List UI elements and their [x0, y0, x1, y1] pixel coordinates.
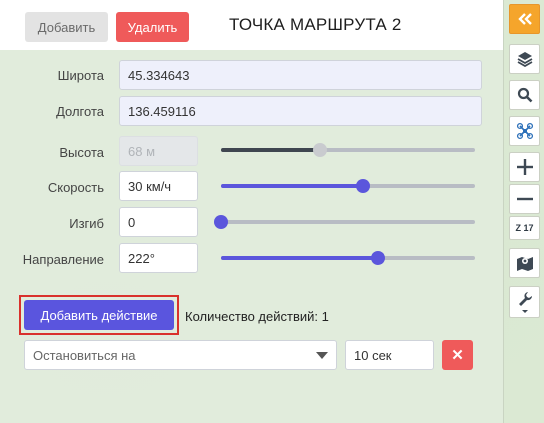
- speed-field[interactable]: 30 км/ч: [119, 171, 198, 201]
- direction-slider-fill: [221, 256, 379, 260]
- zoom-level-text: Z 17: [515, 223, 534, 233]
- add-action-highlight: Добавить действие: [19, 295, 179, 335]
- bend-field[interactable]: 0: [119, 207, 198, 237]
- wrench-icon: [518, 292, 532, 313]
- zoom-in-icon: [516, 159, 533, 175]
- bend-slider-knob[interactable]: [214, 215, 228, 229]
- drone-icon: [516, 122, 533, 140]
- speed-slider[interactable]: [221, 179, 475, 193]
- zoom-out-button[interactable]: [509, 184, 540, 214]
- longitude-field[interactable]: 136.459116: [119, 96, 482, 126]
- longitude-label: Долгота: [56, 104, 104, 119]
- direction-label: Направление: [22, 252, 104, 267]
- double-chevron-left-icon: [517, 13, 532, 25]
- altitude-slider-fill: [221, 148, 321, 152]
- speed-slider-knob[interactable]: [356, 179, 371, 193]
- speed-label: Скорость: [47, 180, 104, 195]
- add-button[interactable]: Добавить: [25, 12, 108, 42]
- zoom-level: Z 17: [509, 216, 540, 240]
- add-action-button[interactable]: Добавить действие: [24, 300, 174, 330]
- collapse-panel-button[interactable]: [509, 4, 540, 34]
- close-icon: ✕: [451, 347, 464, 364]
- page-title: ТОЧКА МАРШРУТА 2: [229, 15, 402, 34]
- drone-button[interactable]: [509, 116, 540, 146]
- altitude-field: 68 м: [119, 136, 198, 166]
- waypoint-panel: Добавить Удалить ТОЧКА МАРШРУТА 2 Широта…: [0, 0, 504, 423]
- action-count: Количество действий: 1: [185, 309, 329, 324]
- action-type-select[interactable]: Остановиться на: [24, 340, 337, 370]
- remove-action-button[interactable]: ✕: [442, 340, 473, 370]
- chevron-down-icon: [316, 352, 328, 359]
- layers-icon: [517, 52, 532, 67]
- altitude-slider-knob[interactable]: [313, 143, 328, 157]
- map-toolbar: Z 17: [507, 0, 544, 423]
- layers-button[interactable]: [509, 44, 540, 74]
- zoom-in-button[interactable]: [509, 152, 540, 182]
- direction-slider[interactable]: [221, 251, 475, 265]
- direction-slider-knob[interactable]: [371, 251, 386, 265]
- action-type-value: Остановиться на: [33, 347, 136, 363]
- settings-button[interactable]: [509, 286, 540, 318]
- latitude-label: Широта: [57, 68, 104, 83]
- bend-label: Изгиб: [69, 216, 104, 231]
- action-duration-field[interactable]: 10 сек: [345, 340, 434, 370]
- altitude-label: Высота: [59, 145, 104, 160]
- map-pin-button[interactable]: [509, 248, 540, 278]
- panel-header: Добавить Удалить ТОЧКА МАРШРУТА 2: [0, 0, 503, 50]
- search-button[interactable]: [509, 80, 540, 110]
- direction-field[interactable]: 222°: [119, 243, 198, 273]
- altitude-slider[interactable]: [221, 143, 475, 157]
- search-icon: [517, 87, 532, 103]
- latitude-field[interactable]: 45.334643: [119, 60, 482, 90]
- bend-slider[interactable]: [214, 215, 475, 229]
- delete-button[interactable]: Удалить: [116, 12, 189, 42]
- zoom-out-icon: [516, 197, 533, 201]
- speed-slider-fill: [221, 184, 364, 188]
- map-pin-icon: [516, 257, 533, 271]
